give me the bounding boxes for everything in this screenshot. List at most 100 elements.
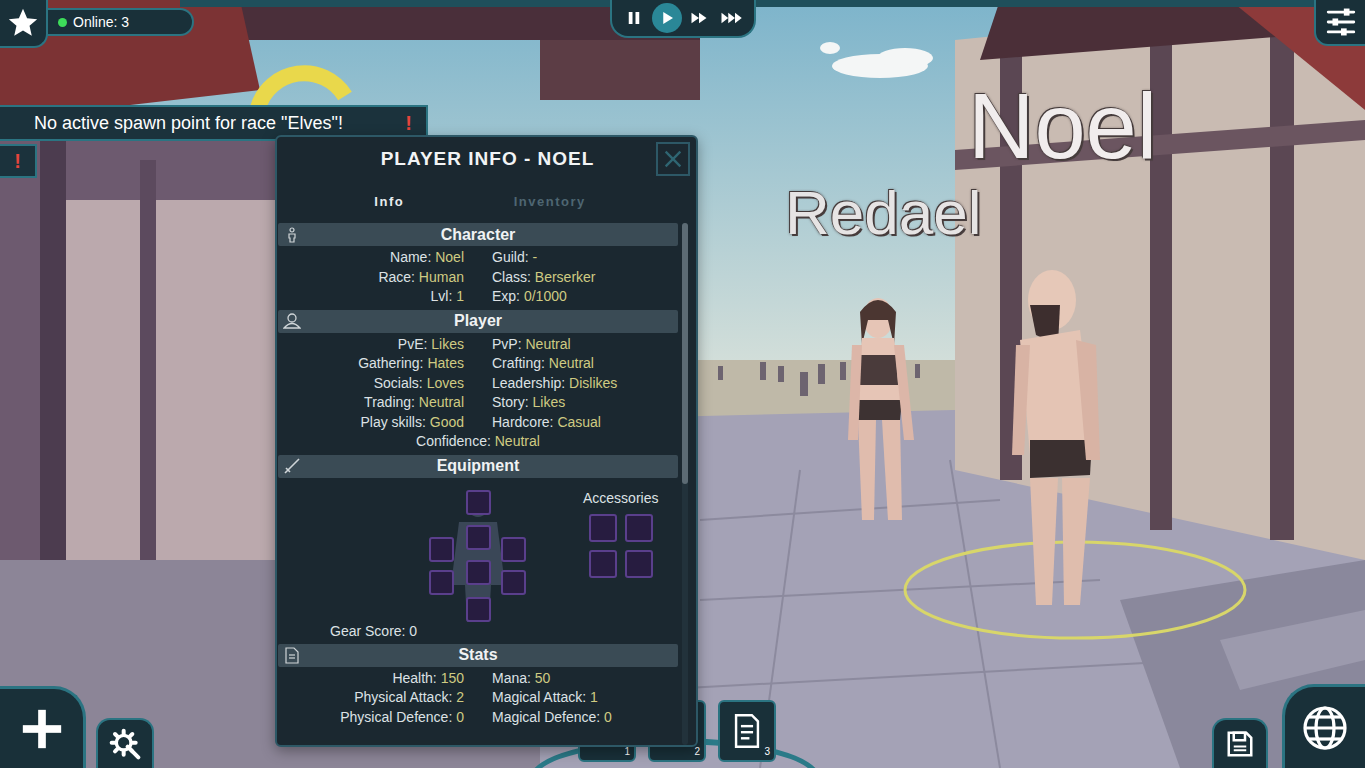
attribute-value: Neutral <box>549 355 594 371</box>
attribute-value: - <box>532 249 537 265</box>
alert-mark: ! <box>14 150 21 173</box>
equipment-slot[interactable] <box>466 597 491 622</box>
attribute-label: Guild: <box>492 249 529 265</box>
accessory-slot[interactable] <box>589 550 617 578</box>
attribute-label: Crafting: <box>492 355 545 371</box>
attribute-value: 0 <box>604 709 612 725</box>
attribute: Class:Berserker <box>492 268 678 288</box>
attribute-value: Noel <box>435 249 464 265</box>
attribute: Magical Attack:1 <box>492 688 678 708</box>
attribute-label: Gathering: <box>358 355 423 371</box>
add-button[interactable] <box>0 686 86 768</box>
fast-forward-icon <box>688 9 710 27</box>
equipment-slot[interactable] <box>501 537 526 562</box>
player-section: PlayerPvE:LikesPvP:NeutralGathering:Hate… <box>278 310 678 455</box>
attribute-list: Name:NoelGuild:-Race:HumanClass:Berserke… <box>278 246 678 310</box>
attribute: Magical Defence:0 <box>492 708 678 728</box>
toolbar-tab-number: 3 <box>764 746 770 758</box>
equipment-slot[interactable] <box>466 560 491 585</box>
section-header[interactable]: Character <box>278 223 678 246</box>
attribute-value: 150 <box>441 670 464 686</box>
save-button[interactable] <box>1212 718 1268 768</box>
equipment-slot[interactable] <box>429 570 454 595</box>
attribute-label: Leadership: <box>492 375 565 391</box>
attribute-label: PvP: <box>492 336 522 352</box>
equipment-section: EquipmentAccessoriesGear Score: 0 <box>278 455 678 644</box>
top-bar <box>180 0 1365 7</box>
equipment-slot[interactable] <box>466 490 491 515</box>
accessory-slot[interactable] <box>625 550 653 578</box>
faster-button[interactable] <box>717 3 747 33</box>
scrollbar[interactable] <box>682 223 688 745</box>
alert-toggle-button[interactable]: ! <box>0 144 37 178</box>
close-button[interactable] <box>656 142 690 176</box>
window-title: PLAYER INFO - NOEL <box>319 148 656 170</box>
info-body: CharacterName:NoelGuild:-Race:HumanClass… <box>277 223 696 745</box>
fast-button[interactable] <box>684 3 714 33</box>
toolbar-tab[interactable]: 3 <box>718 700 776 762</box>
player-info-window[interactable]: PLAYER INFO - NOELInfoInventoryCharacter… <box>275 135 698 747</box>
attribute-value: 0/1000 <box>524 288 567 304</box>
attribute: Trading:Neutral <box>278 393 464 413</box>
section-header[interactable]: Stats <box>278 644 678 667</box>
gear-score: Gear Score: 0 <box>278 622 678 640</box>
save-icon <box>1225 729 1255 759</box>
right-building <box>955 0 1365 768</box>
online-count: Online: 3 <box>73 14 129 30</box>
info-content: CharacterName:NoelGuild:-Race:HumanClass… <box>278 223 678 745</box>
attribute-label: Play skills: <box>360 414 425 430</box>
play-icon <box>658 9 676 27</box>
section-title: Stats <box>302 646 654 664</box>
character-redael[interactable] <box>848 298 914 520</box>
attribute: Hardcore:Casual <box>492 413 678 433</box>
equipment-slot[interactable] <box>466 525 491 550</box>
attribute-label: Confidence: <box>416 433 491 449</box>
attribute-label: Physical Attack: <box>354 689 452 705</box>
network-button[interactable] <box>1282 684 1365 768</box>
attribute: PvP:Neutral <box>492 335 678 355</box>
attribute-value: 1 <box>456 288 464 304</box>
attribute-label: PvE: <box>398 336 428 352</box>
attribute-label: Magical Attack: <box>492 689 586 705</box>
attribute-value: Human <box>419 269 464 285</box>
tools-settings-button[interactable] <box>96 718 154 768</box>
attribute: Confidence:Neutral <box>278 432 678 452</box>
play-button[interactable] <box>652 3 682 33</box>
online-status-dot <box>58 18 67 27</box>
equipment-slot[interactable] <box>429 537 454 562</box>
character-nameplate: Redael <box>785 182 981 244</box>
character-noel[interactable] <box>1012 270 1100 605</box>
attribute-value: Neutral <box>419 394 464 410</box>
sliders-icon <box>1324 5 1358 39</box>
attribute: Crafting:Neutral <box>492 354 678 374</box>
attribute: Play skills:Good <box>278 413 464 433</box>
plus-icon <box>19 706 65 752</box>
gear-wrench-icon <box>109 728 141 760</box>
attribute-label: Class: <box>492 269 531 285</box>
sword-icon <box>283 457 301 475</box>
tab[interactable]: Info <box>309 194 470 209</box>
equipment-slot[interactable] <box>501 570 526 595</box>
document-icon <box>285 647 299 664</box>
character-nameplate: Noel <box>968 80 1157 172</box>
section-header[interactable]: Player <box>278 310 678 333</box>
attribute-label: Health: <box>392 670 436 686</box>
scrollbar-thumb[interactable] <box>682 223 688 484</box>
attribute-label: Story: <box>492 394 529 410</box>
globe-icon <box>1301 704 1349 752</box>
settings-button[interactable] <box>1314 0 1365 46</box>
window-tabs: InfoInventory <box>277 179 696 223</box>
attribute-value: Likes <box>431 336 464 352</box>
attribute-value: 1 <box>590 689 598 705</box>
accessory-slot[interactable] <box>589 514 617 542</box>
person-icon <box>285 227 299 243</box>
accessory-slot[interactable] <box>625 514 653 542</box>
stats-section: StatsHealth:150Mana:50Physical Attack:2M… <box>278 644 678 731</box>
alert-mark: ! <box>405 112 412 135</box>
tab[interactable]: Inventory <box>470 194 631 209</box>
pause-button[interactable] <box>619 3 649 33</box>
section-header[interactable]: Equipment <box>278 455 678 478</box>
alert-message: No active spawn point for race "Elves"! <box>34 113 343 134</box>
favorites-button[interactable] <box>0 0 48 48</box>
character-section: CharacterName:NoelGuild:-Race:HumanClass… <box>278 223 678 310</box>
